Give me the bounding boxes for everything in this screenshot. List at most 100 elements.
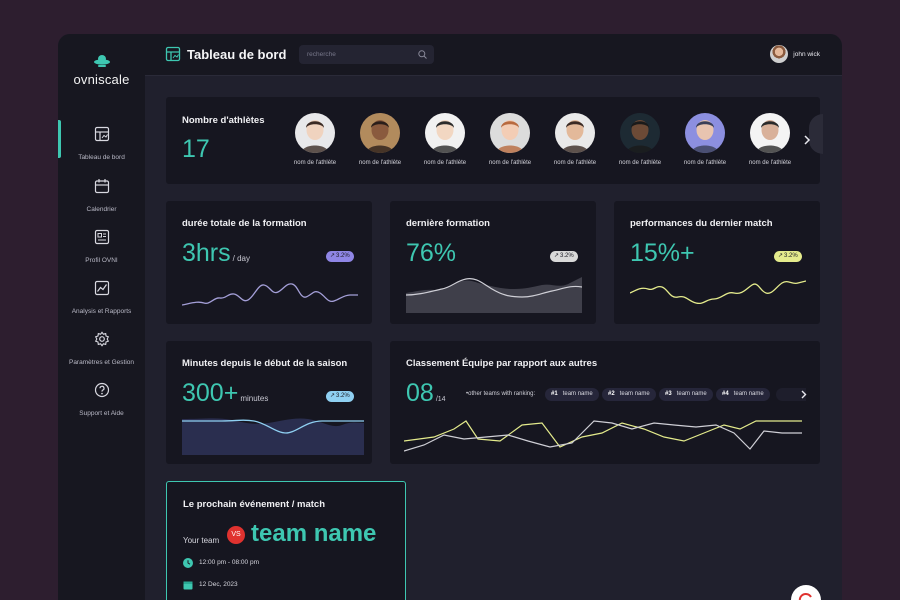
change-badge: ↗3.2% (550, 251, 578, 262)
athlete-avatar (750, 113, 790, 153)
training-total-value: 3hrs (182, 239, 231, 267)
team-rank-pill[interactable]: #2 team name (602, 388, 656, 401)
training-total-card: durée totale de la formation 3hrs / day ↗… (166, 201, 372, 324)
trend-up-icon: ↗ (330, 253, 336, 259)
athlete-name: nom de l'athlète (553, 160, 597, 166)
athlete-item[interactable]: nom de l'athlète (739, 113, 801, 166)
athlete-name: nom de l'athlète (423, 160, 467, 166)
last-match-title: performances du dernier match (630, 218, 773, 229)
gear-icon (94, 331, 109, 347)
sidebar-item-calendar[interactable]: Calendrier (58, 178, 145, 222)
season-minutes-title: Minutes depuis le début de la saison (182, 358, 348, 369)
sidebar-item-label: Profil OVNI (85, 257, 118, 264)
change-badge: ↗3.2% (326, 251, 354, 262)
chat-icon (798, 593, 812, 600)
sidebar-item-label: Analysis et Rapports (71, 308, 132, 315)
sidebar-item-label: Support et Aide (79, 410, 124, 417)
team-rank: #3 (665, 391, 672, 397)
athlete-avatar (555, 113, 595, 153)
trend-up-icon: ↗ (330, 393, 336, 399)
ranking-title: Classement Équipe par rapport aux autres (406, 358, 598, 369)
app-window: ovniscale Tableau de bord Calendrier Pro… (58, 34, 842, 600)
sidebar-item-settings[interactable]: Paramètres et Gestion (58, 331, 145, 375)
training-total-sparkline (182, 283, 358, 306)
sidebar-item-label: Paramètres et Gestion (68, 359, 135, 366)
change-value: 3.2% (560, 253, 574, 259)
team-name: team name (676, 391, 707, 397)
team-rank-pill[interactable]: #1 team name (545, 388, 599, 401)
athlete-avatar (425, 113, 465, 153)
season-minutes-value-row: 300+ minutes (182, 379, 268, 408)
sidebar-item-label: Tableau de bord (78, 154, 125, 161)
team-rank: #2 (608, 391, 615, 397)
ranking-value-row: 08/14 (406, 379, 446, 408)
athlete-item[interactable]: nom de l'athlète (544, 113, 606, 166)
help-icon (94, 382, 109, 398)
athlete-name: nom de l'athlète (488, 160, 532, 166)
user-menu[interactable]: john wick (770, 45, 820, 63)
change-value: 3.2% (336, 393, 350, 399)
training-total-value-row: 3hrs / day (182, 239, 250, 268)
page-title: Tableau de bord (187, 47, 287, 62)
athlete-item[interactable]: nom de l'athlète (284, 113, 346, 166)
last-match-card: performances du dernier match 15%+ ↗3.2% (614, 201, 820, 324)
ranking-card: Classement Équipe par rapport aux autres… (390, 341, 820, 464)
athletes-title: Nombre d'athlètes (182, 115, 265, 126)
search-input[interactable] (307, 48, 407, 61)
athlete-name: nom de l'athlète (618, 160, 662, 166)
season-minutes-value: 300+ (182, 379, 239, 407)
topbar: Tableau de bord john wick (145, 34, 842, 76)
athlete-item[interactable]: nom de l'athlète (609, 113, 671, 166)
vs-badge: VS (227, 526, 245, 544)
athlete-item[interactable]: nom de l'athlète (479, 113, 541, 166)
sidebar-item-dashboard[interactable]: Tableau de bord (58, 120, 145, 170)
last-training-value: 76% (406, 239, 457, 267)
sidebar-item-label: Calendrier (86, 206, 117, 213)
help-chat-button[interactable] (791, 585, 821, 600)
search-box[interactable] (299, 45, 434, 64)
athlete-item[interactable]: nom de l'athlète (414, 113, 476, 166)
change-value: 3.2% (784, 253, 798, 259)
team-rank-pill[interactable]: #4 team name (716, 388, 770, 401)
athlete-name: nom de l'athlète (293, 160, 337, 166)
event-title: Le prochain événement / match (183, 499, 326, 510)
chart-icon (94, 280, 109, 296)
team-name: team name (619, 391, 650, 397)
season-minutes-unit: minutes (240, 394, 269, 403)
avatar (770, 45, 789, 63)
last-training-title: dernière formation (406, 218, 490, 229)
chevron-right-icon[interactable] (803, 135, 811, 145)
ufo-logo-icon (93, 55, 110, 67)
season-minutes-card: Minutes depuis le début de la saison 300… (166, 341, 372, 464)
athlete-partial-avatar (809, 114, 823, 154)
last-training-card: dernière formation 76% ↗3.2% (390, 201, 596, 324)
clock-icon (183, 558, 193, 568)
team-rank-pill[interactable]: #3 team name (659, 388, 713, 401)
dashboard-icon (94, 126, 109, 142)
chevron-right-icon[interactable] (800, 390, 807, 399)
training-total-unit: / day (232, 254, 250, 263)
team-name: team name (562, 391, 593, 397)
last-match-sparkline (630, 280, 806, 305)
logo-text: ovniscale (73, 72, 130, 87)
athlete-avatar (685, 113, 725, 153)
athlete-item[interactable]: nom de l'athlète (349, 113, 411, 166)
change-badge: ↗3.2% (774, 251, 802, 262)
other-teams-label: •other teams with ranking: (466, 391, 536, 397)
search-icon[interactable] (418, 50, 427, 59)
athlete-avatar (490, 113, 530, 153)
ranking-unit: /14 (435, 396, 446, 403)
sidebar-item-analysis[interactable]: Analysis et Rapports (58, 280, 145, 324)
sidebar-item-support[interactable]: Support et Aide (58, 382, 145, 426)
sidebar-item-profile[interactable]: Profil OVNI (58, 229, 145, 273)
event-date: 12 Dec, 2023 (199, 581, 238, 588)
athletes-count: 17 (182, 135, 210, 163)
athlete-item[interactable]: nom de l'athlète (674, 113, 736, 166)
last-training-chart (406, 277, 582, 313)
team-rank: #1 (551, 391, 558, 397)
athlete-avatar (620, 113, 660, 153)
change-value: 3.2% (336, 253, 350, 259)
athlete-avatar (360, 113, 400, 153)
athlete-name: nom de l'athlète (748, 160, 792, 166)
sidebar: ovniscale Tableau de bord Calendrier Pro… (58, 34, 145, 600)
